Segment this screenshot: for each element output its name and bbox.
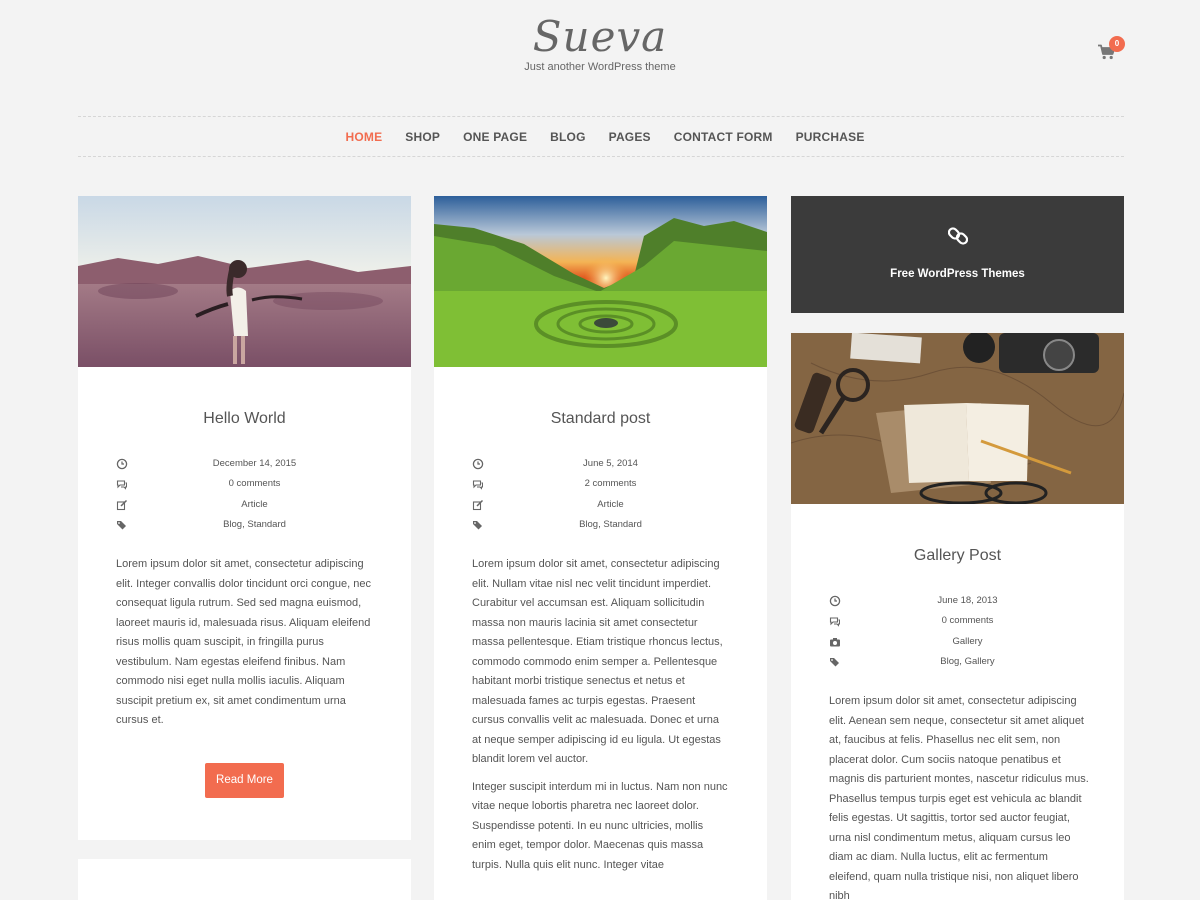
post-title[interactable]: Standard post — [434, 410, 767, 428]
post-excerpt: Lorem ipsum dolor sit amet, consectetur … — [472, 555, 730, 875]
site-tagline: Just another WordPress theme — [524, 61, 676, 73]
comments-icon — [472, 480, 483, 491]
read-more-button[interactable]: Read More — [205, 763, 284, 798]
post-date[interactable]: December 14, 2015 — [136, 458, 373, 469]
main-navigation: HOME SHOP ONE PAGE BLOG PAGES CONTACT FO… — [78, 116, 1124, 157]
excerpt-paragraph: Lorem ipsum dolor sit amet, consectetur … — [829, 695, 1089, 900]
site-header: Sueva Just another WordPress theme 0 — [0, 0, 1200, 100]
post-categories[interactable]: Blog, Standard — [492, 519, 729, 530]
post-title[interactable]: Gallery Post — [791, 547, 1124, 565]
edit-icon — [472, 499, 484, 510]
post-meta: June 18, 2013 0 comments Gallery Blog, G… — [829, 593, 1086, 675]
nav-item-shop[interactable]: SHOP — [405, 130, 440, 144]
post-card-hello-world: Hello World December 14, 2015 0 comments… — [78, 196, 411, 840]
post-format[interactable]: Article — [492, 499, 729, 510]
post-meta: December 14, 2015 0 comments Article Blo… — [116, 456, 373, 538]
tags-icon — [117, 521, 126, 530]
cart-count-badge[interactable]: 0 — [1109, 36, 1125, 52]
post-card-gallery-post: Gallery Post June 18, 2013 0 comments Ga… — [791, 333, 1124, 900]
site-logo[interactable]: Sueva — [0, 12, 1200, 61]
post-excerpt: Lorem ipsum dolor sit amet, consectetur … — [116, 555, 374, 731]
excerpt-paragraph: Integer suscipit interdum mi in luctus. … — [472, 780, 728, 871]
comments-icon — [116, 480, 127, 491]
clock-icon — [472, 458, 484, 470]
edit-icon — [116, 499, 128, 510]
nav-item-blog[interactable]: BLOG — [550, 130, 585, 144]
post-comments-link[interactable]: 0 comments — [849, 615, 1086, 626]
post-date[interactable]: June 5, 2014 — [492, 458, 729, 469]
post-featured-image[interactable] — [791, 333, 1124, 504]
tags-icon — [830, 658, 839, 667]
excerpt-paragraph: Lorem ipsum dolor sit amet, consectetur … — [472, 558, 723, 765]
nav-item-one-page[interactable]: ONE PAGE — [463, 130, 527, 144]
clock-icon — [116, 458, 128, 470]
nav-item-pages[interactable]: PAGES — [609, 130, 651, 144]
post-featured-image[interactable] — [78, 196, 411, 367]
nav-item-contact-form[interactable]: CONTACT FORM — [674, 130, 773, 144]
post-format[interactable]: Gallery — [849, 636, 1086, 647]
excerpt-paragraph: Lorem ipsum dolor sit amet, consectetur … — [116, 558, 371, 726]
nav-item-home[interactable]: HOME — [345, 130, 382, 144]
link-icon — [948, 227, 968, 245]
post-comments-link[interactable]: 2 comments — [492, 478, 729, 489]
tags-icon — [473, 521, 482, 530]
post-categories[interactable]: Blog, Gallery — [849, 656, 1086, 667]
link-post-title[interactable]: Free WordPress Themes — [791, 268, 1124, 280]
post-format[interactable]: Article — [136, 499, 373, 510]
post-categories[interactable]: Blog, Standard — [136, 519, 373, 530]
post-excerpt: Lorem ipsum dolor sit amet, consectetur … — [829, 692, 1089, 900]
post-comments-link[interactable]: 0 comments — [136, 478, 373, 489]
post-meta: June 5, 2014 2 comments Article Blog, St… — [472, 456, 729, 538]
comments-icon — [829, 617, 840, 628]
clock-icon — [829, 595, 841, 607]
post-title[interactable]: Hello World — [78, 410, 411, 428]
post-date[interactable]: June 18, 2013 — [849, 595, 1086, 606]
link-post-card[interactable]: Free WordPress Themes — [791, 196, 1124, 313]
camera-icon — [830, 637, 840, 647]
post-featured-image[interactable] — [434, 196, 767, 367]
nav-item-purchase[interactable]: PURCHASE — [796, 130, 865, 144]
post-card-standard-post: Standard post June 5, 2014 2 comments Ar… — [434, 196, 767, 900]
post-card-next — [78, 859, 411, 900]
